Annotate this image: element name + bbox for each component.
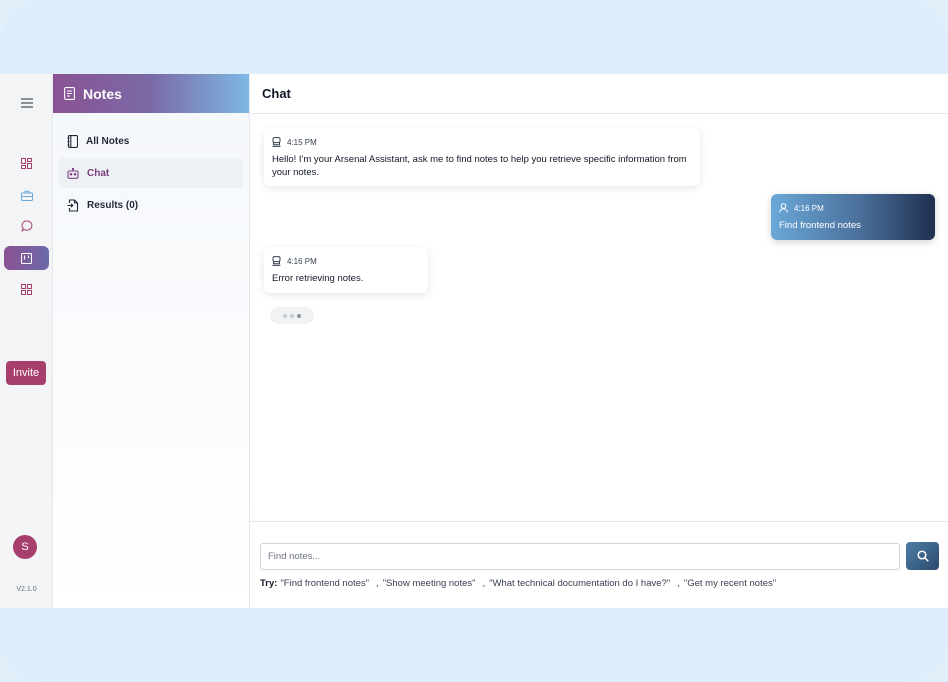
robot-icon (67, 167, 79, 179)
bot-icon (272, 137, 281, 147)
nav-item-chat[interactable]: Chat (59, 158, 243, 188)
invite-button[interactable]: Invite (6, 361, 46, 385)
message-time: 4:15 PM (287, 137, 317, 147)
suggestion-chip[interactable]: "What technical documentation do I have?… (489, 578, 670, 589)
version-label: V2.1.0 (16, 586, 37, 593)
try-label: Try: (260, 578, 278, 589)
message-text: Error retrieving notes. (272, 273, 364, 284)
hamburger-menu-button[interactable] (4, 91, 49, 115)
board-icon (21, 252, 32, 264)
user-icon (779, 203, 788, 213)
message-time: 4:16 PM (794, 203, 824, 213)
nav-item-label: All Notes (86, 135, 130, 147)
notes-nav: All Notes Chat Results (0) (59, 126, 243, 222)
suggestion-chip[interactable]: "Show meeting notes" (383, 578, 476, 589)
message-time: 4:16 PM (287, 256, 317, 266)
nav-board-button[interactable] (4, 246, 49, 270)
assistant-message: 4:16 PM Error retrieving notes. (264, 247, 428, 293)
app-window: Invite S V2.1.0 Notes All Notes Chat Res… (0, 74, 948, 608)
nav-chat-button[interactable] (4, 214, 49, 238)
notes-title: Notes (83, 85, 122, 102)
search-button[interactable] (906, 542, 939, 570)
chat-title: Chat (250, 74, 948, 114)
typing-dot (290, 313, 294, 318)
suggestion-separator: , (482, 578, 486, 589)
suggestions: Try: "Find frontend notes" , "Show meeti… (260, 578, 776, 589)
window-frame: Invite S V2.1.0 Notes All Notes Chat Res… (0, 0, 948, 682)
notebook-icon (67, 134, 78, 148)
composer: Try: "Find frontend notes" , "Show meeti… (250, 521, 948, 608)
suggestion-separator: , (677, 578, 680, 589)
icon-rail: Invite S V2.1.0 (0, 74, 53, 608)
nav-dashboard-button[interactable] (4, 151, 49, 175)
nav-item-label: Results (0) (87, 199, 139, 211)
search-input[interactable] (260, 543, 900, 570)
nav-briefcase-button[interactable] (4, 183, 49, 207)
typing-dot (297, 313, 301, 318)
typing-dot (283, 313, 287, 318)
nav-grid-button[interactable] (4, 277, 49, 301)
chat-bubble-icon (20, 220, 32, 232)
notes-document-icon (64, 87, 75, 100)
message-meta: 4:15 PM (272, 137, 692, 147)
dashboard-icon (21, 157, 32, 169)
nav-item-results[interactable]: Results (0) (59, 190, 243, 220)
suggestion-chip[interactable]: "Get my recent notes" (684, 578, 776, 589)
notes-header: Notes (53, 74, 249, 113)
bot-icon (272, 256, 281, 266)
message-text: Find frontend notes (779, 220, 861, 231)
notes-panel: Notes All Notes Chat Results (0) (53, 74, 250, 608)
grid-icon (21, 283, 32, 295)
assistant-message: 4:15 PM Hello! I'm your Arsenal Assistan… (264, 128, 700, 186)
user-avatar[interactable]: S (13, 535, 37, 559)
message-meta: 4:16 PM (272, 256, 420, 266)
briefcase-icon (20, 190, 33, 201)
typing-indicator (270, 307, 314, 324)
nav-item-label: Chat (87, 167, 110, 179)
message-text: Hello! I'm your Arsenal Assistant, ask m… (272, 154, 687, 178)
export-file-icon (67, 198, 79, 212)
hamburger-icon (20, 98, 33, 108)
chat-panel: Chat 4:15 PM Hello! I'm your Arsenal Ass… (250, 74, 948, 608)
search-icon (916, 550, 929, 562)
suggestion-chip[interactable]: "Find frontend notes" (280, 578, 369, 589)
message-meta: 4:16 PM (779, 203, 927, 213)
suggestion-separator: , (376, 578, 379, 589)
nav-item-all-notes[interactable]: All Notes (59, 126, 243, 156)
user-message: 4:16 PM Find frontend notes (771, 194, 935, 240)
